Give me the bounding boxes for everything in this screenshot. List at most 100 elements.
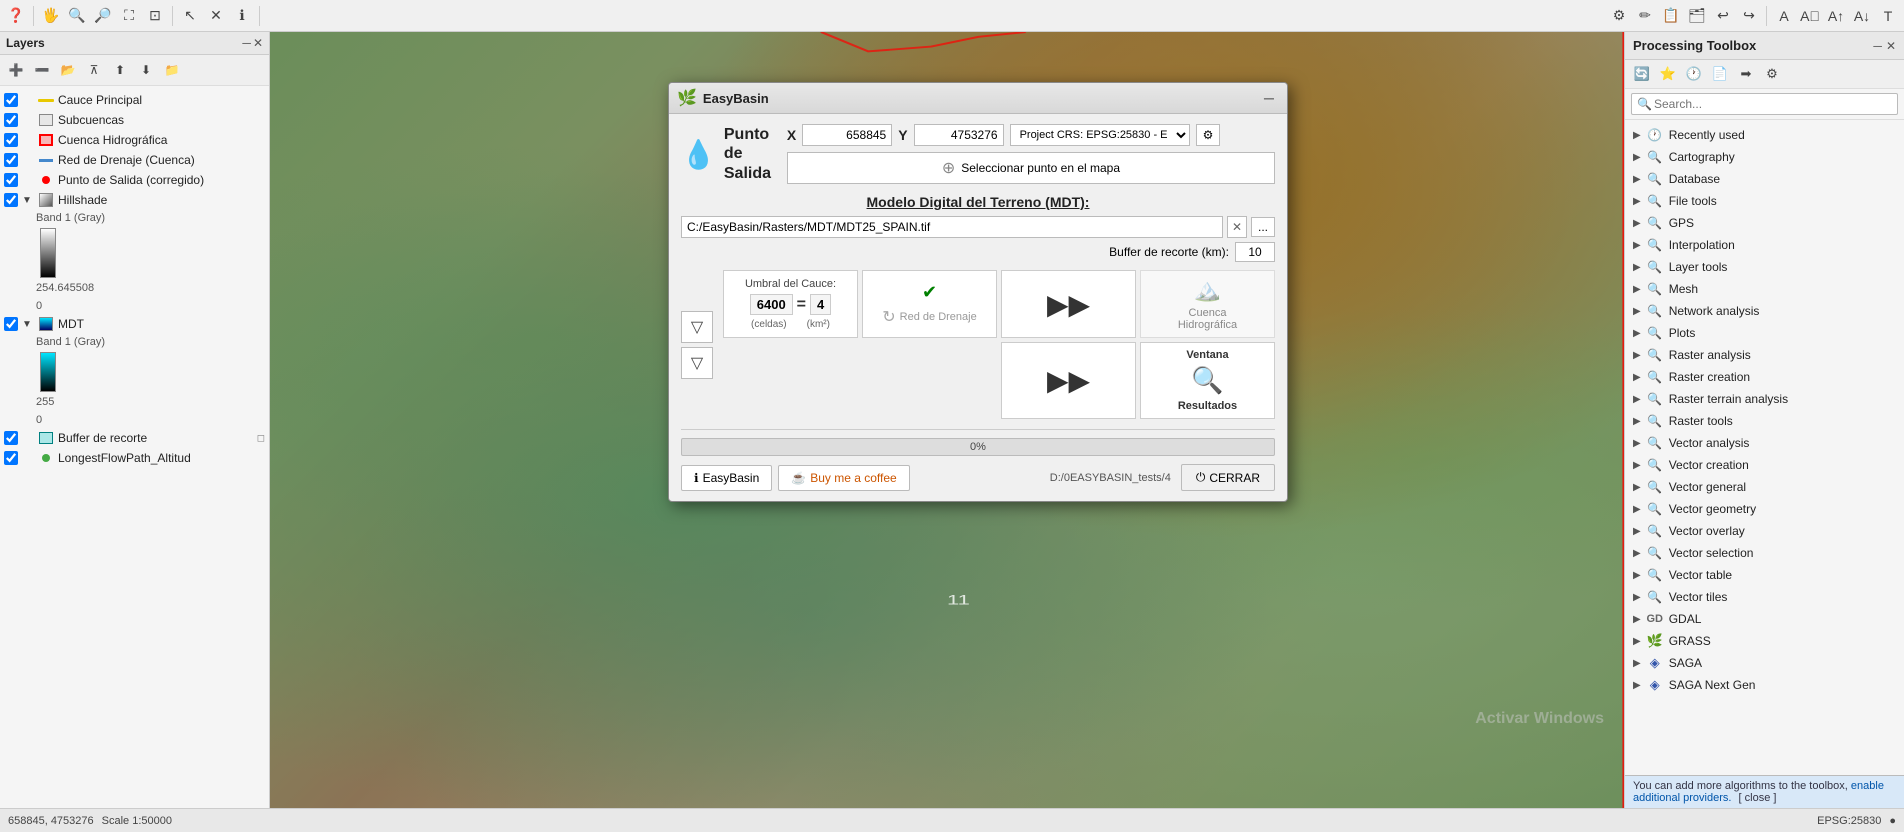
resultados-panel[interactable]: Ventana 🔍 Resultados xyxy=(1140,342,1275,419)
layer-item-red-drenaje[interactable]: Red de Drenaje (Cuenca) xyxy=(0,150,269,170)
layer-item-subcuencas[interactable]: Subcuencas xyxy=(0,110,269,130)
dialog-titlebar[interactable]: 🌿 EasyBasin ─ xyxy=(669,83,1287,114)
digitize-tool-3[interactable]: 📋 xyxy=(1659,4,1683,28)
open-layer-btn[interactable]: 📂 xyxy=(56,58,80,82)
label-tool-3[interactable]: A↑ xyxy=(1824,4,1848,28)
toolbox-item-vector-analysis[interactable]: ▶ 🔍 Vector analysis xyxy=(1625,432,1904,454)
run-btn-2-panel[interactable]: ▶▶ xyxy=(1001,342,1136,419)
toolbox-item-database[interactable]: ▶ 🔍 Database xyxy=(1625,168,1904,190)
layers-minimize-icon[interactable]: ─ xyxy=(242,36,251,50)
easybasin-footer-btn[interactable]: ℹ EasyBasin xyxy=(681,465,772,491)
layer-checkbox-buffer[interactable] xyxy=(4,431,18,445)
layer-checkbox-punto[interactable] xyxy=(4,173,18,187)
toolbox-item-raster-creation[interactable]: ▶ 🔍 Raster creation xyxy=(1625,366,1904,388)
layer-item-lfp[interactable]: LongestFlowPath_Altitud xyxy=(0,448,269,468)
select-point-btn[interactable]: ⊕ Seleccionar punto en el mapa xyxy=(787,152,1275,184)
label-tool-5[interactable]: T xyxy=(1876,4,1900,28)
layer-item-mdt[interactable]: ▼ MDT xyxy=(0,314,269,334)
zoom-out-tool[interactable]: 🔎 xyxy=(91,4,115,28)
toolbox-bottom-close[interactable]: [ close ] xyxy=(1739,792,1777,804)
select-feature-tool[interactable]: ↖ xyxy=(178,4,202,28)
toolbox-item-file-tools[interactable]: ▶ 🔍 File tools xyxy=(1625,190,1904,212)
add-layer-btn[interactable]: ➕ xyxy=(4,58,28,82)
toolbox-item-vector-general[interactable]: ▶ 🔍 Vector general xyxy=(1625,476,1904,498)
toolbox-item-gdal[interactable]: ▶ GD GDAL xyxy=(1625,608,1904,630)
toolbox-tb-clock[interactable]: 🕐 xyxy=(1683,63,1705,85)
run-btn-1-panel[interactable]: ▶▶ xyxy=(1001,270,1136,338)
identify-tool[interactable]: ℹ xyxy=(230,4,254,28)
layer-move-down[interactable]: ⬇ xyxy=(134,58,158,82)
toolbox-minimize-icon[interactable]: ─ xyxy=(1873,39,1882,53)
toolbox-item-grass[interactable]: ▶ 🌿 GRASS xyxy=(1625,630,1904,652)
layer-checkbox-subcuencas[interactable] xyxy=(4,113,18,127)
mdt-clear-btn[interactable]: ✕ xyxy=(1227,216,1247,238)
label-tool-4[interactable]: A↓ xyxy=(1850,4,1874,28)
toolbox-tb-refresh[interactable]: 🔄 xyxy=(1631,63,1653,85)
toolbox-item-interpolation[interactable]: ▶ 🔍 Interpolation xyxy=(1625,234,1904,256)
coffee-btn[interactable]: ☕ Buy me a coffee xyxy=(778,465,909,491)
layer-item-hillshade[interactable]: ▼ Hillshade xyxy=(0,190,269,210)
layers-close-icon[interactable]: ✕ xyxy=(253,36,263,50)
layer-expand-hillshade[interactable]: ▼ xyxy=(22,195,34,206)
toolbox-item-raster-tools[interactable]: ▶ 🔍 Raster tools xyxy=(1625,410,1904,432)
digitize-tool-4[interactable]: 🗂 xyxy=(1685,4,1709,28)
digitize-tool-2[interactable]: ✏ xyxy=(1633,4,1657,28)
deselect-tool[interactable]: ✕ xyxy=(204,4,228,28)
mdt-path-input[interactable] xyxy=(681,216,1223,238)
zoom-full-tool[interactable]: ⛶ xyxy=(117,4,141,28)
buffer-collapse-icon[interactable]: ◻ xyxy=(257,433,265,444)
zoom-layer-tool[interactable]: ⊡ xyxy=(143,4,167,28)
toolbox-item-saga[interactable]: ▶ ◈ SAGA xyxy=(1625,652,1904,674)
y-input[interactable] xyxy=(914,124,1004,146)
toolbox-item-vector-creation[interactable]: ▶ 🔍 Vector creation xyxy=(1625,454,1904,476)
toolbox-item-plots[interactable]: ▶ 🔍 Plots xyxy=(1625,322,1904,344)
crs-select[interactable]: Project CRS: EPSG:25830 - E xyxy=(1010,124,1190,146)
remove-layer-btn[interactable]: ➖ xyxy=(30,58,54,82)
toolbox-item-gps[interactable]: ▶ 🔍 GPS xyxy=(1625,212,1904,234)
toolbox-item-saga-next[interactable]: ▶ ◈ SAGA Next Gen xyxy=(1625,674,1904,696)
layer-checkbox-red[interactable] xyxy=(4,153,18,167)
red-drenaje-panel[interactable]: ✔ ↻ Red de Drenaje xyxy=(862,270,997,338)
toolbox-tb-arrow[interactable]: ➡ xyxy=(1735,63,1757,85)
toolbox-item-raster-terrain[interactable]: ▶ 🔍 Raster terrain analysis xyxy=(1625,388,1904,410)
cerrar-btn[interactable]: ⏻ CERRAR xyxy=(1181,464,1275,491)
toolbox-close-icon[interactable]: ✕ xyxy=(1886,39,1896,53)
layer-item-punto[interactable]: Punto de Salida (corregido) xyxy=(0,170,269,190)
pan-tool[interactable]: 🖐️ xyxy=(39,4,63,28)
layer-checkbox-cuenca[interactable] xyxy=(4,133,18,147)
toolbox-item-vector-table[interactable]: ▶ 🔍 Vector table xyxy=(1625,564,1904,586)
toolbox-item-vector-overlay[interactable]: ▶ 🔍 Vector overlay xyxy=(1625,520,1904,542)
digitize-tool-1[interactable]: ⚙ xyxy=(1607,4,1631,28)
label-tool-1[interactable]: A xyxy=(1772,4,1796,28)
arrow-btn-down[interactable]: ▽ xyxy=(681,347,713,379)
layer-checkbox-mdt[interactable] xyxy=(4,317,18,331)
layer-expand-mdt[interactable]: ▼ xyxy=(22,319,34,330)
toolbox-tb-star[interactable]: ⭐ xyxy=(1657,63,1679,85)
layer-checkbox-lfp[interactable] xyxy=(4,451,18,465)
toolbox-item-mesh[interactable]: ▶ 🔍 Mesh xyxy=(1625,278,1904,300)
toolbox-item-vector-geometry[interactable]: ▶ 🔍 Vector geometry xyxy=(1625,498,1904,520)
toolbox-item-layer-tools[interactable]: ▶ 🔍 Layer tools xyxy=(1625,256,1904,278)
layer-checkbox-cauce[interactable] xyxy=(4,93,18,107)
x-input[interactable] xyxy=(802,124,892,146)
buffer-input[interactable] xyxy=(1235,242,1275,262)
easybasin-dialog[interactable]: 🌿 EasyBasin ─ 💧 Puntode xyxy=(668,82,1288,502)
layer-item-cuenca[interactable]: Cuenca Hidrográfica xyxy=(0,130,269,150)
digitize-tool-6[interactable]: ↪ xyxy=(1737,4,1761,28)
layer-group-btn[interactable]: 📁 xyxy=(160,58,184,82)
layer-move-up[interactable]: ⬆ xyxy=(108,58,132,82)
layer-filter-btn[interactable]: ⊼ xyxy=(82,58,106,82)
toolbox-item-network-analysis[interactable]: ▶ 🔍 Network analysis xyxy=(1625,300,1904,322)
mdt-browse-btn[interactable]: ... xyxy=(1251,217,1275,237)
help-icon[interactable]: ❓ xyxy=(4,4,28,28)
toolbox-item-cartography[interactable]: ▶ 🔍 Cartography xyxy=(1625,146,1904,168)
layer-item-cauce-principal[interactable]: Cauce Principal xyxy=(0,90,269,110)
toolbox-item-raster-analysis[interactable]: ▶ 🔍 Raster analysis xyxy=(1625,344,1904,366)
layer-item-buffer[interactable]: Buffer de recorte ◻ xyxy=(0,428,269,448)
run-btn-1[interactable]: ▶▶ xyxy=(1047,288,1090,321)
run-btn-2[interactable]: ▶▶ xyxy=(1047,364,1090,397)
arrow-btn-up[interactable]: ▽ xyxy=(681,311,713,343)
map-area[interactable]: 11 8 Activar Windows 🌿 EasyBasin ─ xyxy=(270,32,1624,808)
toolbox-item-vector-selection[interactable]: ▶ 🔍 Vector selection xyxy=(1625,542,1904,564)
digitize-tool-5[interactable]: ↩ xyxy=(1711,4,1735,28)
